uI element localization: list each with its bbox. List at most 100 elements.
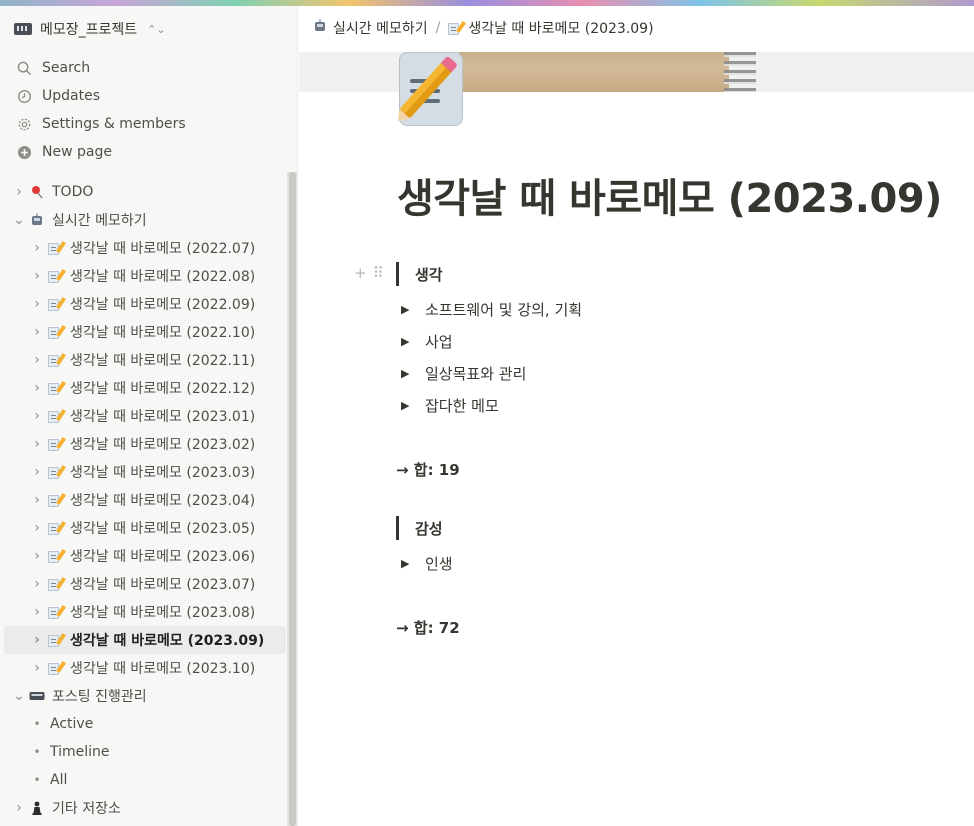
chevron-right-icon[interactable]: › bbox=[28, 407, 46, 425]
tree-subpage-item[interactable]: › 생각날 때 바로메모 (2022.08) bbox=[4, 262, 286, 290]
tree-subpage-item[interactable]: › 생각날 때 바로메모 (2023.08) bbox=[4, 598, 286, 626]
sidebar-search[interactable]: Search bbox=[8, 54, 288, 82]
memo-icon bbox=[46, 547, 67, 565]
toggle-triangle-icon[interactable]: ▶ bbox=[401, 367, 413, 380]
subpage-list: › 생각날 때 바로메모 (2022.07) › 생각날 때 바로메모 (2022.0… bbox=[4, 234, 286, 682]
sidebar-new-page[interactable]: New page bbox=[8, 138, 288, 166]
tree-item-label: 생각날 때 바로메모 (2023.10) bbox=[70, 661, 256, 677]
toggle-triangle-icon[interactable]: ▶ bbox=[401, 557, 413, 570]
tree-item-label: Timeline bbox=[50, 744, 110, 760]
chevron-right-icon[interactable]: › bbox=[28, 547, 46, 565]
add-block-icon[interactable]: + bbox=[354, 264, 367, 282]
breadcrumb-current[interactable]: 생각날 때 바로메모 (2023.09) bbox=[448, 18, 654, 38]
tree-view-active[interactable]: • Active bbox=[4, 710, 286, 738]
chevron-right-icon[interactable]: › bbox=[10, 799, 28, 817]
cover-spiral-rings bbox=[724, 52, 756, 92]
toggle-item[interactable]: ▶ 사업 bbox=[401, 328, 453, 354]
gear-icon bbox=[16, 116, 32, 132]
chevron-right-icon[interactable]: › bbox=[28, 379, 46, 397]
tree-subpage-item[interactable]: › 생각날 때 바로메모 (2023.02) bbox=[4, 430, 286, 458]
total-line[interactable]: → 합: 72 bbox=[396, 615, 460, 639]
tree-item-label: 생각날 때 바로메모 (2023.03) bbox=[70, 465, 256, 481]
chevron-right-icon[interactable]: › bbox=[28, 267, 46, 285]
chevron-right-icon[interactable]: › bbox=[28, 323, 46, 341]
tree-item-label: 기타 저장소 bbox=[52, 801, 121, 817]
tree-item-label: TODO bbox=[52, 184, 94, 200]
toggle-item[interactable]: ▶ 인생 bbox=[401, 550, 453, 576]
tree-item-storage[interactable]: › 기타 저장소 bbox=[4, 794, 286, 822]
tree-subpage-item[interactable]: › 생각날 때 바로메모 (2023.01) bbox=[4, 402, 286, 430]
chevron-right-icon[interactable]: › bbox=[28, 575, 46, 593]
toggle-triangle-icon[interactable]: ▶ bbox=[401, 303, 413, 316]
bullet-icon: • bbox=[33, 773, 41, 787]
tree-item-label: 포스팅 진행관리 bbox=[52, 689, 147, 705]
chevron-right-icon[interactable]: › bbox=[28, 491, 46, 509]
tree-subpage-item[interactable]: › 생각날 때 바로메모 (2023.05) bbox=[4, 514, 286, 542]
tree-view-all[interactable]: • All bbox=[4, 766, 286, 794]
drag-handle-icon[interactable]: ⠿ bbox=[373, 264, 384, 282]
chevron-right-icon[interactable]: › bbox=[28, 603, 46, 621]
toggle-label: 잡다한 메모 bbox=[425, 396, 499, 415]
toggle-triangle-icon[interactable]: ▶ bbox=[401, 335, 413, 348]
memo-icon bbox=[46, 575, 67, 593]
sidebar-updates[interactable]: Updates bbox=[8, 82, 288, 110]
tree-item-todo[interactable]: › TODO bbox=[4, 178, 286, 206]
tree-subpage-item[interactable]: › 생각날 때 바로메모 (2023.03) bbox=[4, 458, 286, 486]
tree-subpage-item[interactable]: › 생각날 때 바로메모 (2022.10) bbox=[4, 318, 286, 346]
toggle-item[interactable]: ▶ 소프트웨어 및 강의, 기획 bbox=[401, 296, 582, 322]
memo-icon bbox=[46, 267, 67, 285]
bullet-icon: • bbox=[33, 745, 41, 759]
chevron-down-icon[interactable]: ⌄ bbox=[10, 687, 28, 705]
tree-item-realtime-memo[interactable]: ⌄ 실시간 메모하기 bbox=[4, 206, 286, 234]
page-tree: › TODO ⌄ 실시간 메모하기 › 생각날 때 바로메모 (2022.07) ›… bbox=[4, 178, 286, 822]
toggle-label: 사업 bbox=[425, 332, 453, 351]
total-line[interactable]: → 합: 19 bbox=[396, 457, 460, 481]
chevron-right-icon[interactable]: › bbox=[28, 519, 46, 537]
chevron-right-icon[interactable]: › bbox=[28, 463, 46, 481]
tree-item-label: 생각날 때 바로메모 (2022.09) bbox=[70, 297, 256, 313]
tree-subpage-item[interactable]: › 생각날 때 바로메모 (2022.09) bbox=[4, 290, 286, 318]
tree-subpage-item[interactable]: › 생각날 때 바로메모 (2023.04) bbox=[4, 486, 286, 514]
toggle-item[interactable]: ▶ 일상목표와 관리 bbox=[401, 360, 526, 386]
memo-icon bbox=[46, 379, 67, 397]
chevron-right-icon[interactable]: › bbox=[28, 631, 46, 649]
tree-subpage-item[interactable]: › 생각날 때 바로메모 (2022.12) bbox=[4, 374, 286, 402]
tree-item-label: Active bbox=[50, 716, 94, 732]
quote-heading-think[interactable]: 생각 bbox=[396, 262, 443, 286]
tree-item-label: 생각날 때 바로메모 (2022.07) bbox=[70, 241, 256, 257]
chevron-right-icon[interactable]: › bbox=[28, 351, 46, 369]
chevron-right-icon[interactable]: › bbox=[28, 295, 46, 313]
sidebar-settings[interactable]: Settings & members bbox=[8, 110, 288, 138]
memo-icon[interactable] bbox=[399, 50, 465, 128]
sidebar-settings-label: Settings & members bbox=[42, 116, 186, 132]
chevron-right-icon[interactable]: › bbox=[10, 183, 28, 201]
tree-subpage-item[interactable]: › 생각날 때 바로메모 (2023.06) bbox=[4, 542, 286, 570]
sidebar-scrollbar-thumb[interactable] bbox=[289, 172, 296, 826]
chevron-right-icon[interactable]: › bbox=[28, 659, 46, 677]
tree-item-label: All bbox=[50, 772, 68, 788]
updown-chevron-icon: ⌃⌄ bbox=[147, 22, 166, 36]
toggle-triangle-icon[interactable]: ▶ bbox=[401, 399, 413, 412]
sidebar-menu: Search Updates Settings & members New pa… bbox=[8, 54, 288, 166]
tree-subpage-item[interactable]: › 생각날 때 바로메모 (2023.09) bbox=[4, 626, 286, 654]
tree-subpage-item[interactable]: › 생각날 때 바로메모 (2022.07) bbox=[4, 234, 286, 262]
tree-subpage-item[interactable]: › 생각날 때 바로메모 (2023.10) bbox=[4, 654, 286, 682]
tree-item-posting[interactable]: ⌄ 포스팅 진행관리 bbox=[4, 682, 286, 710]
tree-item-label: 실시간 메모하기 bbox=[52, 213, 147, 229]
tree-item-label: 생각날 때 바로메모 (2023.09) bbox=[70, 633, 265, 649]
sidebar: 메모장_프로젝트 ⌃⌄ Search Updates Settings & me… bbox=[0, 6, 298, 826]
memo-icon bbox=[448, 20, 467, 35]
chevron-right-icon[interactable]: › bbox=[28, 239, 46, 257]
tree-subpage-item[interactable]: › 생각날 때 바로메모 (2022.11) bbox=[4, 346, 286, 374]
keyboard-icon bbox=[28, 687, 46, 705]
tree-item-label: 생각날 때 바로메모 (2022.11) bbox=[70, 353, 256, 369]
tree-view-timeline[interactable]: • Timeline bbox=[4, 738, 286, 766]
quote-heading-emotion[interactable]: 감성 bbox=[396, 516, 443, 540]
page-title[interactable]: 생각날 때 바로메모 (2023.09) bbox=[397, 166, 942, 224]
workspace-switcher[interactable]: 메모장_프로젝트 ⌃⌄ bbox=[14, 18, 166, 40]
tree-subpage-item[interactable]: › 생각날 때 바로메모 (2023.07) bbox=[4, 570, 286, 598]
chevron-right-icon[interactable]: › bbox=[28, 435, 46, 453]
breadcrumb-parent[interactable]: 실시간 메모하기 bbox=[313, 18, 428, 38]
chevron-down-icon[interactable]: ⌄ bbox=[10, 211, 28, 229]
toggle-item[interactable]: ▶ 잡다한 메모 bbox=[401, 392, 499, 418]
